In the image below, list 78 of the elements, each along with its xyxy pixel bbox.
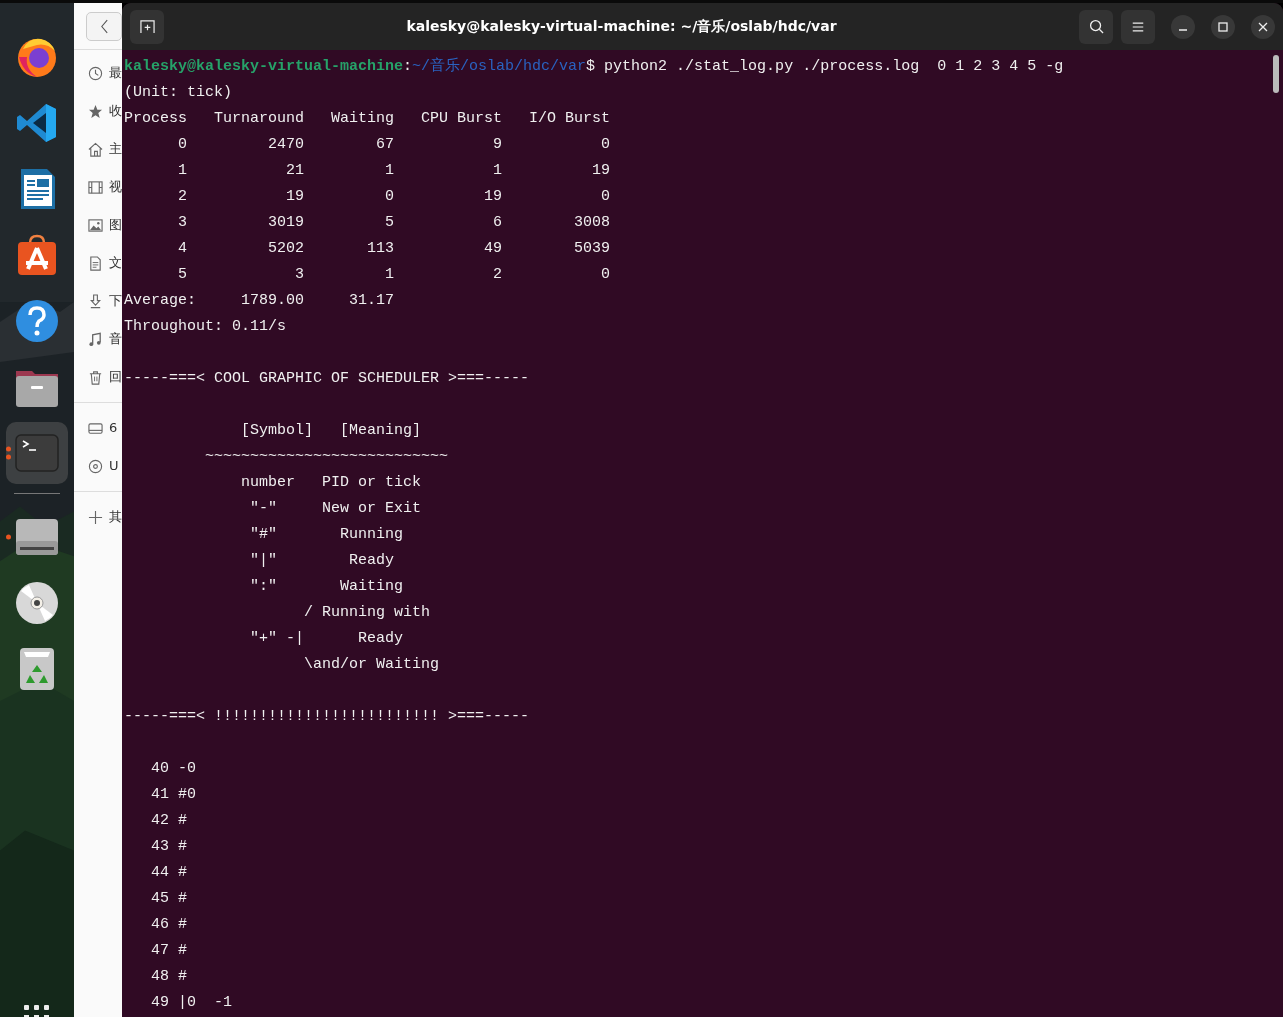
terminal-line: "#" Running <box>249 525 404 545</box>
terminal-line: 44 # <box>150 863 187 883</box>
sidebar-item[interactable]: 回 <box>109 369 122 385</box>
menu-icon <box>1131 19 1145 34</box>
close-icon <box>1258 21 1268 32</box>
terminal-line: 46 # <box>150 915 187 935</box>
command-line: kalesky@kalesky-virtual-machine:~/音乐/oslab/hdc/var$ python2 ./stat_log.py ./process.log 0 1 2 3 4 5 -g <box>124 56 1064 77</box>
terminal-line: \and/or Waiting <box>303 655 440 675</box>
terminal-line: 48 # <box>150 967 187 987</box>
terminal-line: [Symbol] [Meaning] <box>240 421 422 441</box>
star-icon <box>88 103 103 119</box>
disc-icon <box>88 458 103 474</box>
terminal-icon <box>15 431 59 475</box>
search-icon <box>1088 19 1104 34</box>
terminal-line: 49 |0 -1 <box>150 993 233 1013</box>
terminal-line: (Unit: tick) <box>124 83 233 103</box>
code-editor-icon <box>15 101 59 145</box>
table-row-text: 2 19 0 19 0 <box>177 187 611 207</box>
sidebar-item[interactable]: 最 <box>109 65 122 81</box>
terminal-line: "-" New or Exit <box>249 499 422 519</box>
app-grid-icon[interactable] <box>22 1003 52 1017</box>
sidebar-item[interactable]: 收 <box>109 103 122 119</box>
scrollbar-thumb[interactable] <box>1273 55 1279 93</box>
terminal-line: -----===< COOL GRAPHIC OF SCHEDULER >===----- <box>124 369 530 389</box>
clock-icon <box>88 65 103 81</box>
minimize-icon <box>1178 28 1188 31</box>
terminal-line: number PID or tick <box>240 473 422 493</box>
film-icon <box>88 179 103 195</box>
chevron-left-icon <box>99 19 109 34</box>
terminal-line: "+" -| Ready <box>249 629 404 649</box>
terminal-line: Throughout: 0.11/s <box>124 317 287 337</box>
sidebar-item[interactable]: U <box>109 458 119 474</box>
terminal-line: ~~~~~~~~~~~~~~~~~~~~~~~~~~~ <box>204 447 449 467</box>
home-icon <box>88 141 103 157</box>
search-button[interactable] <box>1079 9 1113 44</box>
sidebar-item[interactable]: 6 <box>109 420 118 436</box>
sidebar-item[interactable]: 文 <box>109 255 122 271</box>
sidebar-item[interactable]: 下 <box>109 293 122 309</box>
table-row-text: 1 21 1 1 19 <box>177 161 611 181</box>
terminal-line: 47 # <box>150 941 187 961</box>
table-row-text: 5 3 1 2 0 <box>177 265 611 285</box>
terminal-line: -----===< !!!!!!!!!!!!!!!!!!!!!!!!! >===----- <box>124 707 530 727</box>
maximize-button[interactable] <box>1211 14 1235 39</box>
shopping-bag-icon <box>15 233 59 277</box>
maximize-icon <box>1218 21 1228 32</box>
download-icon <box>88 293 103 309</box>
terminal-line: 40 -0 <box>150 759 196 779</box>
document-icon <box>88 255 103 271</box>
window-title: kalesky@kalesky-virtual-machine: ~/音乐/oslab/hdc/var <box>405 17 838 36</box>
trash-icon <box>88 369 103 385</box>
terminal-line: 43 # <box>150 837 187 857</box>
terminal-line: 42 # <box>150 811 187 831</box>
terminal-line: "|" Ready <box>249 551 395 571</box>
table-row-text: 0 2470 67 9 0 <box>177 135 611 155</box>
sidebar-item[interactable]: 主 <box>109 141 122 157</box>
table-header: Process Turnaround Waiting CPU Burst I/O Burst <box>124 109 611 129</box>
drive-icon <box>88 420 103 436</box>
new-tab-button[interactable] <box>130 9 164 44</box>
close-button[interactable] <box>1251 14 1275 39</box>
sidebar-item[interactable]: 图 <box>109 217 122 233</box>
terminal-line: / Running with <box>303 603 431 623</box>
terminal-line: 45 # <box>150 889 187 909</box>
sidebar-item[interactable]: 其 <box>109 509 122 525</box>
disc-icon <box>15 581 59 625</box>
minimize-button[interactable] <box>1171 14 1195 39</box>
image-icon <box>88 217 103 233</box>
new-tab-icon <box>139 19 155 34</box>
sidebar-item[interactable]: 视 <box>109 179 122 195</box>
table-row-text: 3 3019 5 6 3008 <box>177 213 611 233</box>
sidebar-item[interactable]: 音 <box>109 331 122 347</box>
terminal-line: ":" Waiting <box>249 577 404 597</box>
music-note-icon <box>88 331 103 347</box>
plus-icon <box>88 509 103 525</box>
average-row-text: Average: 1789.00 31.17 <box>124 291 394 311</box>
help-icon <box>15 299 59 343</box>
terminal-line: 41 #0 <box>150 785 196 805</box>
menu-button[interactable] <box>1121 9 1155 44</box>
table-row-text: 4 5202 113 49 5039 <box>177 239 611 259</box>
